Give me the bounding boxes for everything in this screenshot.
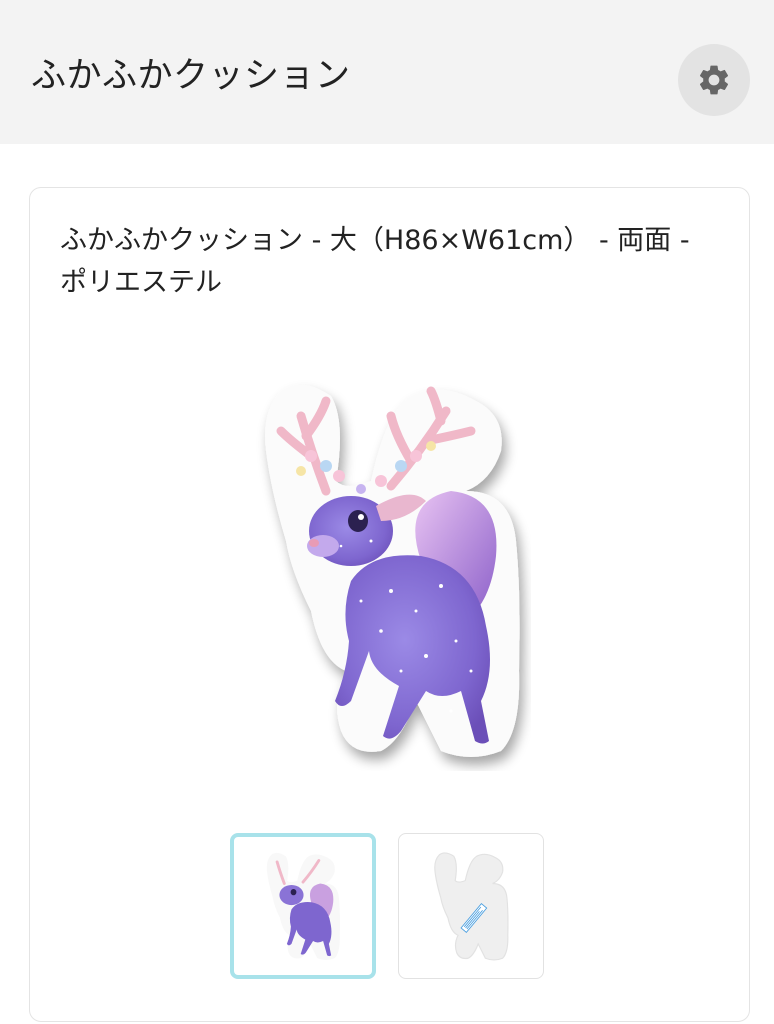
- product-card: ふかふかクッション - 大（H86×W61cm） - 両面 - ポリエステル: [29, 187, 750, 1022]
- gear-icon: [699, 65, 729, 95]
- app-header: ふかふかクッション: [0, 0, 774, 144]
- thumbnail-deer-image: [266, 852, 340, 960]
- settings-button[interactable]: [678, 44, 750, 116]
- thumbnail-back[interactable]: [398, 833, 544, 979]
- thumbnail-back-image: [434, 851, 509, 961]
- thumbnail-front[interactable]: [230, 833, 376, 979]
- product-title: ふかふかクッション - 大（H86×W61cm） - 両面 - ポリエステル: [60, 225, 690, 298]
- main-product-image[interactable]: [251, 371, 531, 771]
- page-title: ふかふかクッション: [31, 56, 351, 96]
